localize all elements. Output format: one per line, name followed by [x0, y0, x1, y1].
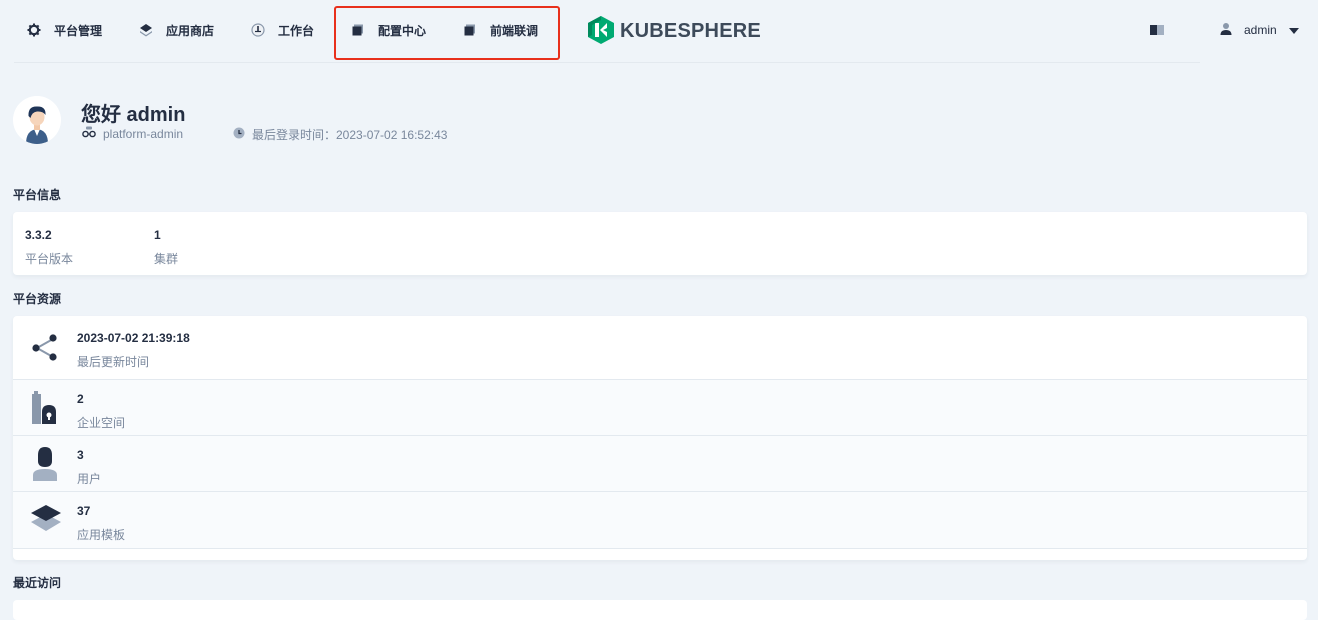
user-role: platform-admin — [82, 126, 183, 141]
username: admin — [1244, 23, 1277, 37]
cluster-count: 1 集群 — [154, 228, 178, 267]
resource-row-users: 3 用户 — [13, 436, 1307, 491]
cluster-count-label: 集群 — [154, 252, 179, 266]
app-template-icon — [29, 504, 63, 538]
users-value: 3 — [77, 448, 84, 462]
platform-version-label: 平台版本 — [25, 252, 74, 266]
nav-divider — [14, 62, 1200, 63]
kubesphere-logo[interactable]: KUBESPHERE — [588, 16, 761, 47]
cluster-count-value: 1 — [154, 228, 161, 242]
platform-resources-card: 2023-07-02 21:39:18 最后更新时间 2 企业空间 3 用户 3… — [13, 316, 1307, 560]
nav-workbench[interactable]: 工作台 — [250, 18, 314, 42]
nav-label: 应用商店 — [166, 23, 215, 38]
resource-text: 2 企业空间 — [77, 392, 125, 431]
row-divider — [13, 548, 1307, 549]
top-navigation: 平台管理 应用商店 工作台 配置中心 前端联调 KUBESPHERE admin — [0, 0, 1318, 62]
users-label: 用户 — [77, 472, 102, 486]
resource-text: 2023-07-02 21:39:18 最后更新时间 — [77, 331, 190, 370]
resource-text: 3 用户 — [77, 448, 101, 487]
nav-app-store[interactable]: 应用商店 — [138, 18, 214, 42]
resource-row-workspaces: 2 企业空间 — [13, 380, 1307, 435]
resource-row-app-templates: 37 应用模板 — [13, 492, 1307, 548]
glasses-icon — [82, 126, 96, 141]
workspaces-label: 企业空间 — [77, 416, 126, 430]
enterprise-icon — [31, 390, 59, 424]
resource-row-last-update: 2023-07-02 21:39:18 最后更新时间 — [13, 316, 1307, 379]
greeting-title: 您好 admin — [81, 104, 186, 126]
kubesphere-logo-icon — [588, 16, 614, 47]
user-icon — [1220, 22, 1232, 39]
role-label: platform-admin — [103, 126, 184, 141]
dual-panel-icon[interactable] — [1150, 24, 1164, 36]
nav-label: 工作台 — [278, 23, 315, 38]
gear-icon — [26, 22, 42, 38]
section-title-platform-info: 平台信息 — [13, 188, 62, 202]
nav-platform-management[interactable]: 平台管理 — [26, 18, 102, 42]
app-templates-label: 应用模板 — [77, 528, 126, 542]
resource-text: 37 应用模板 — [77, 504, 125, 543]
last-update-label: 最后更新时间 — [77, 355, 150, 369]
platform-version-value: 3.3.2 — [25, 228, 52, 242]
nav-label: 平台管理 — [54, 23, 103, 38]
chevron-down-icon — [1288, 23, 1299, 37]
layers-icon — [138, 22, 154, 38]
compass-icon — [250, 22, 266, 38]
last-update-value: 2023-07-02 21:39:18 — [77, 331, 190, 345]
avatar — [13, 96, 61, 144]
workspaces-value: 2 — [77, 392, 84, 406]
last-login: 最后登录时间：2023-07-02 16:52:43 — [233, 126, 447, 143]
clock-icon — [233, 127, 245, 142]
highlight-annotation-box — [334, 6, 560, 60]
platform-version: 3.3.2 平台版本 — [25, 228, 73, 267]
section-title-recent: 最近访问 — [13, 576, 62, 590]
last-login-text: 最后登录时间：2023-07-02 16:52:43 — [252, 128, 448, 142]
user-menu[interactable]: admin — [1220, 20, 1299, 40]
app-templates-value: 37 — [77, 504, 91, 518]
user-icon — [31, 447, 59, 481]
share-nodes-icon — [31, 333, 59, 367]
recent-visits-card — [13, 600, 1307, 620]
platform-info-card: 3.3.2 平台版本 1 集群 — [13, 212, 1307, 275]
section-title-platform-resources: 平台资源 — [13, 292, 62, 306]
logo-text: KUBESPHERE — [620, 20, 761, 42]
